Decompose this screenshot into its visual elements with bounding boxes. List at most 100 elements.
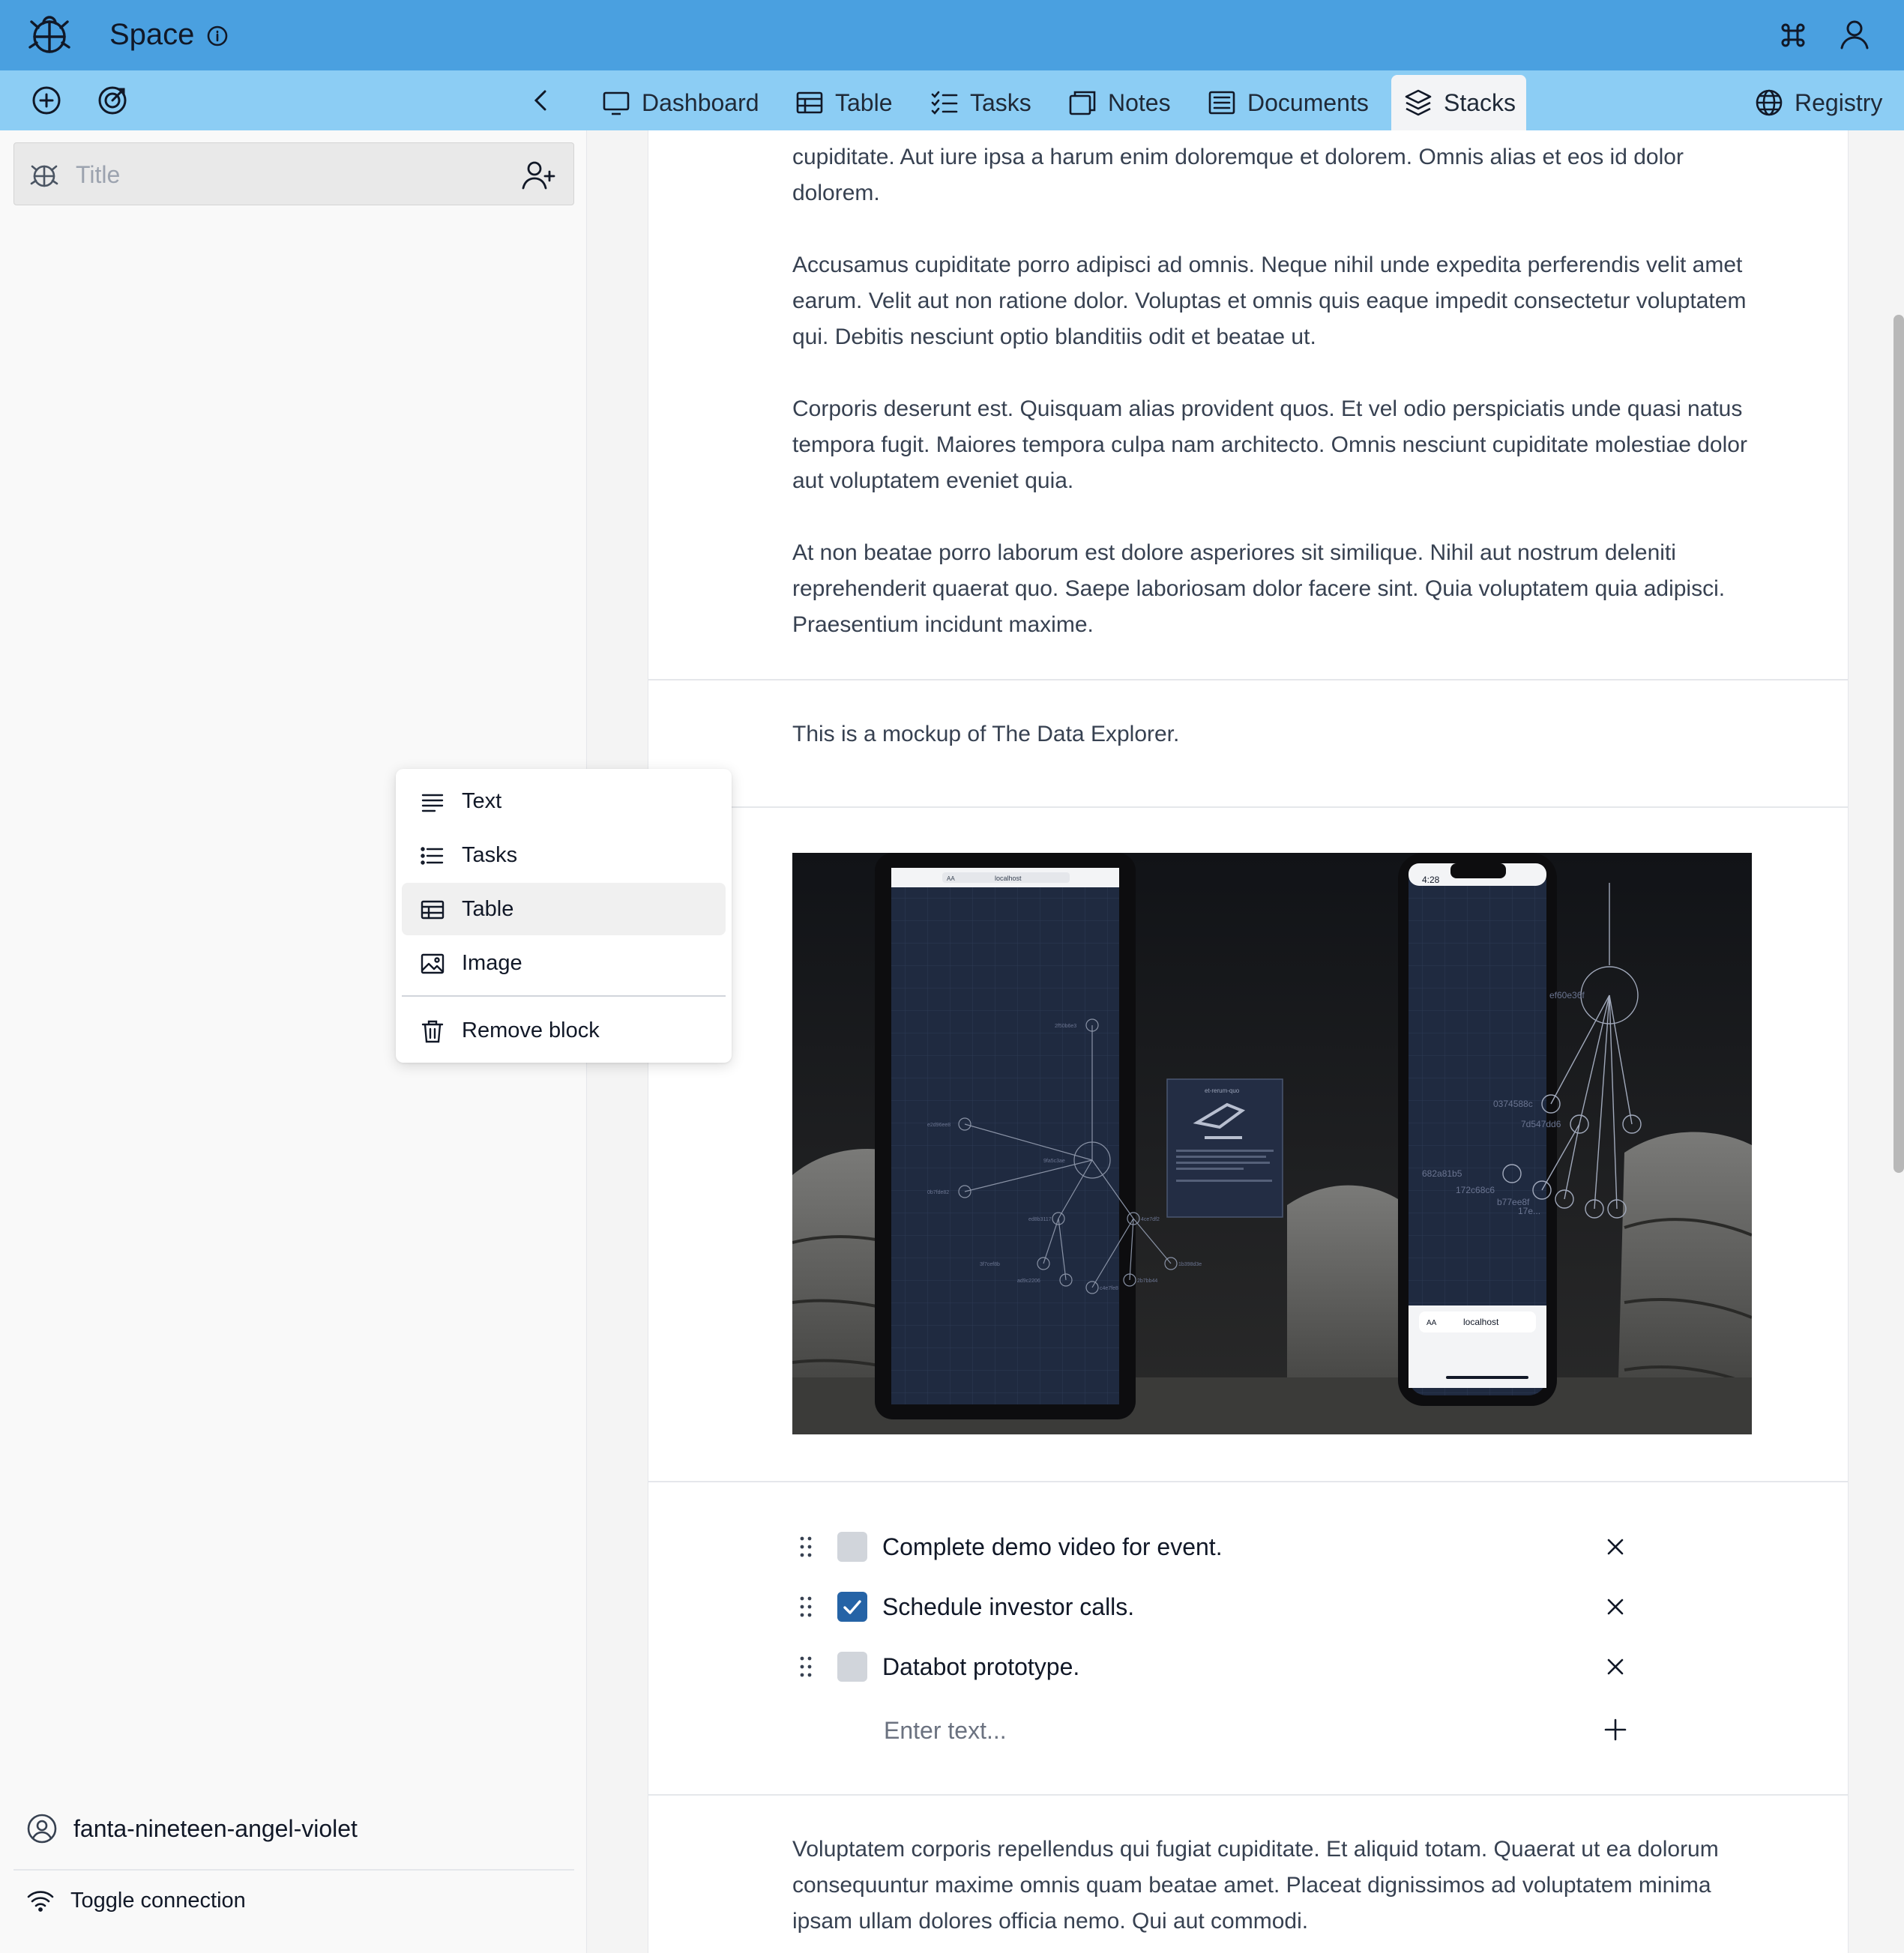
wifi-icon (25, 1886, 55, 1916)
tab-tasks[interactable]: Tasks (918, 75, 1043, 130)
plus-icon[interactable] (1602, 1716, 1629, 1743)
bug-logo-icon[interactable] (24, 10, 75, 61)
graph-node-label: 4ce7df2 (1141, 1217, 1160, 1222)
tab-label: Stacks (1444, 88, 1516, 116)
task-label[interactable]: Databot prototype. (882, 1647, 1079, 1686)
task-checkbox[interactable] (837, 1652, 867, 1682)
block-divider (648, 1794, 1848, 1796)
drag-handle-icon[interactable] (792, 1593, 819, 1620)
task-item: Databot prototype. (792, 1644, 1662, 1689)
tasks-icon (931, 91, 958, 115)
stack-document[interactable]: cupiditate. Aut iure ipsa a harum enim d… (648, 130, 1849, 1953)
list-icon (421, 847, 444, 865)
phone-url: localhost (1463, 1317, 1499, 1327)
paragraph: Corporis deserunt est. Quisquam alias pr… (792, 396, 1747, 493)
task-checkbox-checked[interactable] (837, 1592, 867, 1622)
tab-label: Documents (1247, 88, 1369, 116)
paragraph: At non beatae porro laborum est dolore a… (792, 540, 1726, 637)
drag-handle-icon[interactable] (792, 1533, 819, 1560)
command-icon[interactable] (1777, 19, 1810, 52)
bug-icon (28, 158, 61, 191)
tab-label: Tasks (970, 88, 1031, 116)
graph-node-label: 0374588c (1493, 1099, 1533, 1109)
info-icon[interactable] (205, 24, 229, 48)
graph-node-label: ed8b3117 (1028, 1217, 1052, 1222)
sidebar-divider (13, 1869, 574, 1871)
user-icon[interactable] (1837, 16, 1873, 52)
graph-node-label: e2d96ee8 (927, 1123, 951, 1128)
close-icon[interactable] (1602, 1653, 1629, 1680)
menu-item-label: Tasks (462, 843, 518, 867)
trash-icon (421, 1020, 444, 1043)
graph-node-label: ef60e36f (1549, 990, 1585, 1000)
app-title: Space (109, 18, 195, 51)
menu-item-label: Table (462, 897, 514, 921)
toggle-connection-button[interactable]: Toggle connection (25, 1886, 246, 1916)
tab-label: Dashboard (642, 88, 759, 116)
close-icon[interactable] (1602, 1533, 1629, 1560)
toggle-connection-label: Toggle connection (70, 1888, 246, 1913)
identity-row[interactable]: fanta-nineteen-angel-violet (25, 1812, 358, 1845)
target-check-icon[interactable] (96, 84, 129, 117)
graph-node-label: 3f7cef8b (980, 1262, 1000, 1267)
task-label[interactable]: Schedule investor calls. (882, 1587, 1134, 1626)
task-item: Complete demo video for event. (792, 1524, 1662, 1569)
document-icon (1208, 91, 1235, 115)
identity-name: fanta-nineteen-angel-violet (73, 1814, 358, 1842)
scrollbar-thumb[interactable] (1894, 315, 1904, 1173)
new-task-input[interactable] (882, 1710, 1485, 1751)
ipad-card-title: et-rerum-quo (1205, 1087, 1240, 1094)
graph-node-label: 1b398d3e (1178, 1262, 1202, 1267)
tab-dashboard[interactable]: Dashboard (589, 75, 771, 130)
tab-stacks[interactable]: Stacks (1391, 75, 1526, 130)
paragraph: Voluptatem corporis repellendus qui fugi… (792, 1837, 1719, 1934)
add-user-icon[interactable] (521, 158, 557, 191)
task-label[interactable]: Complete demo video for event. (882, 1527, 1223, 1566)
text-lines-icon (421, 794, 444, 812)
layers-icon (1405, 89, 1432, 116)
phone-time: 4:28 (1422, 875, 1440, 885)
title-input[interactable] (74, 154, 512, 196)
navigation-bar: Dashboard Table Tasks Notes Documents St… (0, 70, 1904, 130)
table-icon (421, 900, 445, 920)
table-icon (796, 91, 823, 114)
graph-node-label: 2b7bb44 (1137, 1279, 1157, 1284)
menu-divider (402, 995, 726, 997)
tab-notes[interactable]: Notes (1055, 75, 1183, 130)
menu-item-image[interactable]: Image (402, 937, 726, 989)
globe-icon (1756, 89, 1783, 116)
graph-node-label: 7d547dd6 (1521, 1119, 1561, 1129)
graph-node-label: 682a81b5 (1422, 1168, 1462, 1179)
block-divider (648, 679, 1848, 680)
graph-node-label: 2f50b6e3 (1055, 1024, 1076, 1029)
menu-item-remove-block[interactable]: Remove block (402, 1004, 726, 1057)
notes-icon (1069, 91, 1096, 115)
task-checkbox[interactable] (837, 1532, 867, 1562)
chevron-left-icon[interactable] (525, 84, 558, 117)
block-divider (648, 1481, 1848, 1482)
menu-item-text[interactable]: Text (402, 775, 726, 827)
graph-node-label: ad9c2206 (1017, 1279, 1040, 1284)
registry-link[interactable]: Registry (1742, 75, 1894, 130)
user-circle-icon (25, 1812, 58, 1845)
graph-node-label: 17e... (1518, 1206, 1540, 1216)
graph-node-label: c4e7fe8 (1100, 1286, 1118, 1291)
block-divider (648, 806, 1848, 808)
graph-node-label: 9fa5c3ae (1043, 1159, 1065, 1164)
tab-label: Notes (1108, 88, 1171, 116)
add-circle-icon[interactable] (30, 84, 63, 117)
menu-item-table[interactable]: Table (402, 883, 726, 935)
menu-item-tasks[interactable]: Tasks (402, 829, 726, 881)
data-explorer-mockup-image[interactable]: localhost AA 2f50b6e3 e2d96ee8 9fa5c3ae … (792, 853, 1752, 1434)
task-item: Schedule investor calls. (792, 1584, 1662, 1629)
tab-documents[interactable]: Documents (1195, 75, 1381, 130)
menu-item-label: Image (462, 951, 522, 975)
title-field (13, 142, 574, 205)
ipad-url-prefix: AA (947, 875, 955, 882)
close-icon[interactable] (1602, 1593, 1629, 1620)
mockup-caption: This is a mockup of The Data Explorer. (792, 722, 1180, 746)
drag-handle-icon[interactable] (792, 1653, 819, 1680)
tab-table[interactable]: Table (783, 75, 905, 130)
block-context-menu: Text Tasks Table Image Remove block (396, 769, 732, 1063)
paragraph: cupiditate. Aut iure ipsa a harum enim d… (792, 145, 1684, 205)
